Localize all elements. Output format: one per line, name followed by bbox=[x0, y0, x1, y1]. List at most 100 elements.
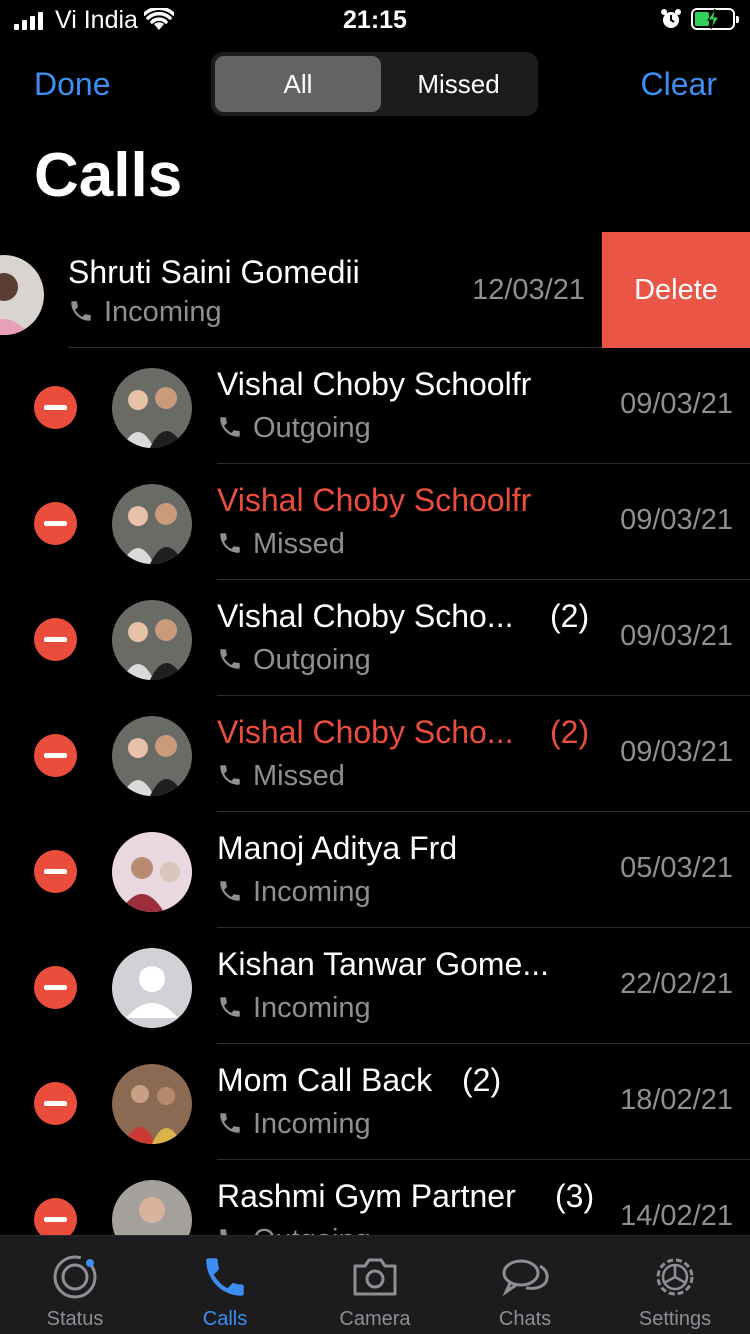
call-row[interactable]: Vishal Choby Scho... (2) Missed 09/03/21 bbox=[0, 696, 750, 812]
contact-name: Vishal Choby Schoolfr bbox=[217, 366, 532, 402]
phone-icon bbox=[206, 1258, 244, 1296]
done-button[interactable]: Done bbox=[34, 66, 111, 103]
call-row[interactable]: Vishal Choby Schoolfr Missed 09/03/21 bbox=[0, 464, 750, 580]
call-type-label: Outgoing bbox=[253, 1224, 371, 1235]
phone-icon bbox=[220, 1229, 227, 1235]
call-type-label: Incoming bbox=[253, 992, 371, 1024]
avatar bbox=[112, 368, 192, 448]
alarm-icon bbox=[661, 9, 681, 28]
call-row[interactable]: Manoj Aditya Frd Incoming 05/03/21 bbox=[0, 812, 750, 928]
remove-call-button[interactable] bbox=[34, 734, 77, 777]
tab-label: Camera bbox=[339, 1308, 411, 1330]
phone-icon bbox=[220, 417, 240, 437]
call-type: Outgoing bbox=[217, 412, 371, 445]
avatar bbox=[112, 948, 192, 1028]
contact-name: Manoj Aditya Frd bbox=[217, 830, 458, 866]
segment-missed[interactable]: Missed bbox=[383, 56, 534, 112]
contact-name: Mom Call Back bbox=[217, 1062, 433, 1098]
phone-icon bbox=[220, 1113, 240, 1133]
avatar bbox=[0, 255, 44, 335]
camera-icon bbox=[353, 1258, 397, 1296]
call-type: Missed bbox=[217, 760, 345, 793]
remove-call-button[interactable] bbox=[34, 966, 77, 1009]
call-date: 09/03/21 bbox=[620, 620, 733, 652]
calls-list: Shruti Saini Gomedii Incoming 12/03/21 D… bbox=[0, 232, 750, 1235]
remove-call-button[interactable] bbox=[34, 1198, 77, 1235]
call-row[interactable]: Vishal Choby Scho... (2) Outgoing 09/03/21 bbox=[0, 580, 750, 696]
tab-label: Calls bbox=[202, 1308, 248, 1330]
call-date: 22/02/21 bbox=[620, 968, 733, 1000]
call-count: (2) bbox=[550, 714, 590, 750]
battery-icon bbox=[691, 8, 739, 30]
call-type-label: Incoming bbox=[253, 1108, 371, 1140]
contact-name: Vishal Choby Scho... bbox=[217, 714, 514, 750]
call-row[interactable]: Rashmi Gym Partner (3) Outgoing 14/02/21 bbox=[0, 1160, 750, 1235]
call-type: Incoming bbox=[217, 1108, 371, 1141]
delete-button[interactable]: Delete bbox=[602, 232, 750, 348]
avatar bbox=[112, 484, 192, 564]
phone-icon bbox=[220, 881, 240, 901]
avatar bbox=[112, 600, 192, 680]
tab-status[interactable]: Status bbox=[0, 1236, 150, 1334]
avatar bbox=[112, 1064, 192, 1144]
status-bar: Vi India 21:15 bbox=[0, 0, 750, 40]
remove-call-button[interactable] bbox=[34, 618, 77, 661]
phone-icon bbox=[220, 997, 240, 1017]
call-date: 14/02/21 bbox=[620, 1200, 733, 1232]
tab-camera[interactable]: Camera bbox=[300, 1236, 450, 1334]
remove-call-button[interactable] bbox=[34, 502, 77, 545]
avatar bbox=[112, 832, 192, 912]
call-type-label: Outgoing bbox=[253, 412, 371, 444]
tab-chats[interactable]: Chats bbox=[450, 1236, 600, 1334]
remove-call-button[interactable] bbox=[34, 850, 77, 893]
call-date: 05/03/21 bbox=[620, 852, 733, 884]
call-type: Outgoing bbox=[217, 1224, 371, 1235]
call-date: 09/03/21 bbox=[620, 736, 733, 768]
call-type-label: Missed bbox=[253, 760, 345, 792]
clear-button[interactable]: Clear bbox=[641, 66, 717, 103]
contact-name: Vishal Choby Scho... bbox=[217, 598, 514, 634]
call-date: 09/03/21 bbox=[620, 504, 733, 536]
status-icon bbox=[53, 1255, 97, 1299]
phone-icon bbox=[220, 765, 240, 785]
avatar bbox=[112, 1180, 192, 1235]
avatar bbox=[112, 716, 192, 796]
status-time: 21:15 bbox=[343, 6, 407, 34]
call-row[interactable]: Vishal Choby Schoolfr Outgoing 09/03/21 bbox=[0, 348, 750, 464]
tab-calls[interactable]: Calls bbox=[150, 1236, 300, 1334]
call-type-label: Outgoing bbox=[253, 644, 371, 676]
call-type-label: Missed bbox=[253, 528, 345, 560]
tab-settings[interactable]: Settings bbox=[600, 1236, 750, 1334]
remove-call-button[interactable] bbox=[34, 386, 77, 429]
call-date: 12/03/21 bbox=[472, 274, 585, 306]
phone-icon bbox=[220, 649, 240, 669]
call-count: (2) bbox=[462, 1062, 502, 1098]
tab-bar: Status Calls Camera Chats Settings bbox=[0, 1235, 750, 1334]
call-type: Incoming bbox=[217, 876, 371, 909]
call-count: (2) bbox=[550, 598, 590, 634]
call-type: Incoming bbox=[217, 992, 371, 1025]
calls-filter-segmented-control: All Missed bbox=[211, 52, 538, 116]
call-type: Outgoing bbox=[217, 644, 371, 677]
tab-label: Settings bbox=[638, 1308, 712, 1330]
tab-label: Status bbox=[46, 1308, 104, 1330]
call-date: 18/02/21 bbox=[620, 1084, 733, 1116]
call-type: Incoming bbox=[68, 296, 222, 329]
call-date: 09/03/21 bbox=[620, 388, 733, 420]
call-type: Missed bbox=[217, 528, 345, 561]
remove-call-button[interactable] bbox=[34, 1082, 77, 1125]
segment-all[interactable]: All bbox=[215, 56, 381, 112]
call-row-swiped[interactable]: Shruti Saini Gomedii Incoming 12/03/21 D… bbox=[0, 232, 750, 348]
chat-bubbles-icon bbox=[502, 1259, 549, 1297]
contact-name: Kishan Tanwar Gome... bbox=[217, 946, 550, 982]
contact-name: Vishal Choby Schoolfr bbox=[217, 482, 532, 518]
tab-label: Chats bbox=[498, 1308, 552, 1330]
call-row[interactable]: Mom Call Back (2) Incoming 18/02/21 bbox=[0, 1044, 750, 1160]
phone-icon bbox=[71, 301, 91, 321]
phone-icon bbox=[220, 533, 240, 553]
call-count: (3) bbox=[555, 1178, 595, 1214]
call-row[interactable]: Kishan Tanwar Gome... Incoming 22/02/21 bbox=[0, 928, 750, 1044]
call-type-label: Incoming bbox=[104, 296, 222, 328]
contact-name: Rashmi Gym Partner bbox=[217, 1178, 516, 1214]
call-type-label: Incoming bbox=[253, 876, 371, 908]
